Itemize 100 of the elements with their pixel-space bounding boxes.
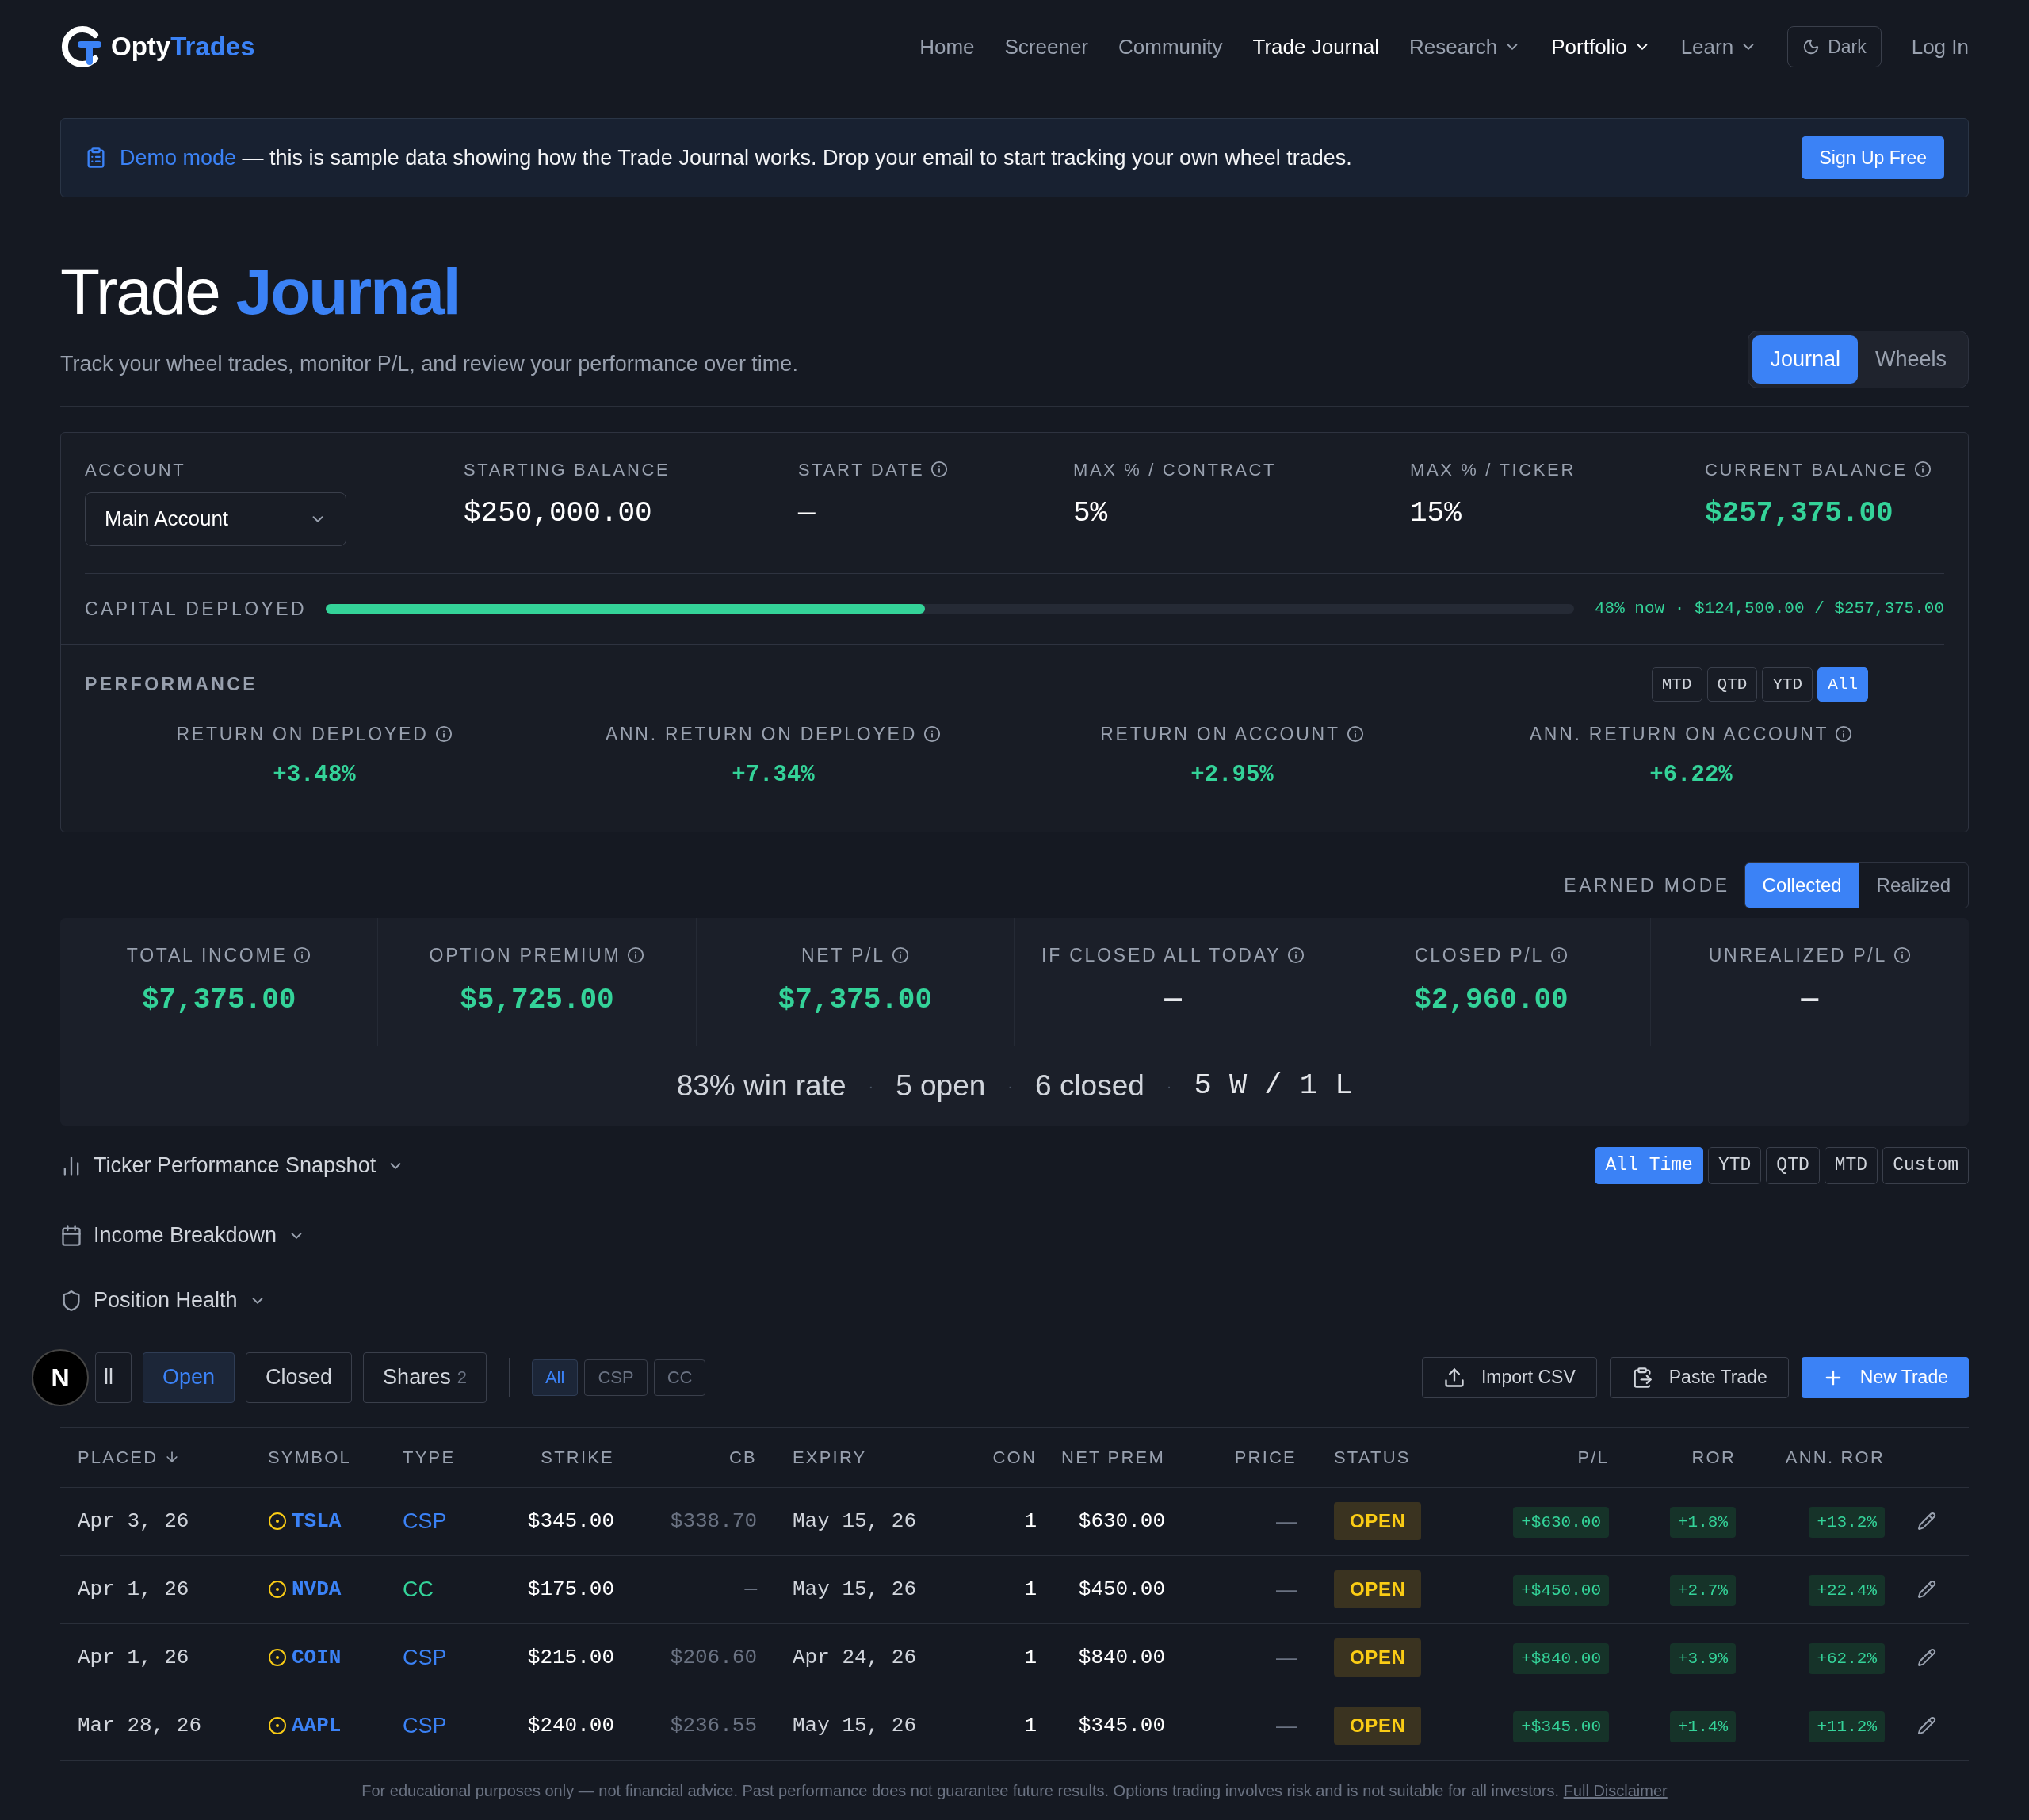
login-link[interactable]: Log In: [1911, 31, 1969, 63]
period-button[interactable]: YTD: [1762, 667, 1813, 702]
table-cell-text: $338.70: [669, 1508, 757, 1535]
earned-mode-option[interactable]: Collected: [1744, 863, 1859, 908]
summary-stat: 5 open: [896, 1068, 986, 1103]
field-value: —: [798, 495, 816, 531]
section-toggle[interactable]: Position Health: [60, 1284, 266, 1317]
status-badge: OPEN: [1334, 1570, 1422, 1609]
symbol-link[interactable]: TSLA: [292, 1505, 342, 1537]
metric-value: +3.48%: [273, 760, 356, 790]
ticker-icon: [268, 1648, 287, 1668]
dev-badge[interactable]: N: [32, 1348, 89, 1406]
nav-link[interactable]: Home: [919, 31, 975, 63]
table-cell-text: 1: [1023, 1712, 1037, 1739]
period-button[interactable]: YTD: [1707, 1147, 1762, 1184]
period-button[interactable]: All: [1817, 667, 1868, 702]
column-header[interactable]: STATUS: [1297, 1443, 1490, 1470]
symbol-link[interactable]: AAPL: [292, 1710, 342, 1742]
account-select[interactable]: Main Account: [85, 491, 346, 546]
edit-icon[interactable]: [1917, 1512, 1936, 1531]
view-tab[interactable]: Journal: [1752, 335, 1858, 384]
earned-mode-option[interactable]: Realized: [1859, 863, 1968, 908]
column-header[interactable]: P/L: [1490, 1443, 1609, 1470]
sign-up-button[interactable]: Sign Up Free: [1802, 136, 1944, 180]
info-icon: [1893, 946, 1911, 965]
column-header[interactable]: CB: [614, 1443, 757, 1470]
ann-ror-badge: +62.2%: [1809, 1642, 1885, 1675]
column-header[interactable]: PRICE: [1165, 1443, 1297, 1470]
theme-toggle-button[interactable]: Dark: [1787, 25, 1882, 68]
table-cell-text: —: [1275, 1576, 1297, 1603]
column-header[interactable]: TYPE: [403, 1443, 491, 1470]
period-button[interactable]: MTD: [1824, 1147, 1878, 1184]
win-loss-record: 5 W / 1 L: [1194, 1067, 1353, 1103]
table-cell-text: May 15, 26: [792, 1508, 918, 1535]
trade-type: CSP: [403, 1644, 448, 1671]
section-toggle[interactable]: Ticker Performance Snapshot: [60, 1149, 405, 1182]
performance-title: PERFORMANCE: [85, 673, 258, 697]
period-button[interactable]: QTD: [1706, 667, 1758, 702]
column-header[interactable]: SYMBOL: [268, 1443, 403, 1470]
type-filter[interactable]: CSP: [584, 1359, 648, 1396]
edit-icon[interactable]: [1917, 1716, 1936, 1736]
table-cell-text: Apr 1, 26: [78, 1576, 190, 1603]
column-header[interactable]: NET PREM: [1037, 1443, 1165, 1470]
disclaimer-text: For educational purposes only — not financial advice. Past performance does not guarantee future results. Options trading involves risk and is not suitable for all investors. Full Disclaimer: [361, 1780, 1668, 1801]
period-button[interactable]: QTD: [1766, 1147, 1820, 1184]
filter-tab[interactable]: Closed: [246, 1352, 353, 1403]
metric-label: RETURN ON DEPLOYED: [176, 721, 453, 748]
column-header[interactable]: ANN. ROR: [1736, 1443, 1885, 1470]
table-cell-text: —: [1275, 1712, 1297, 1739]
pl-badge: +$630.00: [1513, 1506, 1609, 1539]
nav-link[interactable]: Portfolio: [1551, 31, 1651, 63]
column-header[interactable]: ROR: [1609, 1443, 1736, 1470]
ticker-icon: [268, 1716, 287, 1736]
info-icon: [1913, 460, 1932, 478]
ann-ror-badge: +22.4%: [1809, 1574, 1885, 1607]
filter-tab[interactable]: Open: [143, 1352, 235, 1403]
nav-link[interactable]: Community: [1118, 31, 1223, 63]
brand-name[interactable]: OptyTrades: [111, 27, 255, 67]
period-button[interactable]: Custom: [1882, 1147, 1969, 1184]
section-toggle[interactable]: Income Breakdown: [60, 1219, 306, 1252]
stat-value: $7,375.00: [141, 982, 296, 1018]
table-cell-text: May 15, 26: [792, 1712, 918, 1739]
field-label: CURRENT BALANCE: [1705, 456, 1944, 483]
capital-reading: 48% now · $124,500.00 / $257,375.00: [1594, 598, 1944, 620]
symbol-link[interactable]: COIN: [292, 1642, 342, 1673]
symbol-link[interactable]: NVDA: [292, 1573, 342, 1605]
period-button[interactable]: MTD: [1651, 667, 1702, 702]
disclaimer-link[interactable]: Full Disclaimer: [1563, 1781, 1668, 1799]
column-header[interactable]: EXPIRY: [757, 1443, 975, 1470]
filter-tab[interactable]: Shares 2: [363, 1352, 487, 1403]
column-header[interactable]: CON: [975, 1443, 1037, 1470]
table-cell-text: $630.00: [1077, 1508, 1165, 1535]
metric-value: +2.95%: [1190, 760, 1274, 790]
table-cell-text: Mar 28, 26: [78, 1712, 203, 1739]
field-value: $250,000.00: [464, 495, 653, 531]
nav-link[interactable]: Learn: [1680, 31, 1758, 63]
metric-label: RETURN ON ACCOUNT: [1100, 721, 1364, 748]
nav-link[interactable]: Research: [1408, 31, 1522, 63]
action-button[interactable]: Paste Trade: [1609, 1356, 1789, 1398]
edit-icon[interactable]: [1917, 1648, 1936, 1668]
metric-value: +7.34%: [732, 760, 815, 790]
period-button[interactable]: All Time: [1595, 1147, 1703, 1184]
nav-link[interactable]: Trade Journal: [1252, 31, 1379, 63]
type-filter[interactable]: All: [531, 1359, 579, 1396]
nav-link[interactable]: Screener: [1004, 31, 1089, 63]
column-header[interactable]: PLACED: [78, 1443, 268, 1470]
type-filter[interactable]: CC: [653, 1359, 706, 1396]
field-label: MAX % / CONTRACT: [1073, 458, 1278, 481]
metric-value: +6.22%: [1649, 760, 1733, 790]
info-icon: [627, 946, 645, 965]
pl-badge: +$345.00: [1513, 1711, 1609, 1743]
stat-label: OPTION PREMIUM: [429, 942, 645, 969]
demo-mode-link[interactable]: Demo mode: [120, 145, 237, 170]
action-button[interactable]: New Trade: [1801, 1356, 1969, 1398]
action-button[interactable]: Import CSV: [1421, 1356, 1597, 1398]
edit-icon[interactable]: [1917, 1580, 1936, 1600]
field-value: 15%: [1410, 495, 1462, 531]
view-tab[interactable]: Wheels: [1857, 335, 1964, 384]
column-header[interactable]: STRIKE: [491, 1443, 614, 1470]
filter-tab[interactable]: ll: [95, 1352, 132, 1403]
